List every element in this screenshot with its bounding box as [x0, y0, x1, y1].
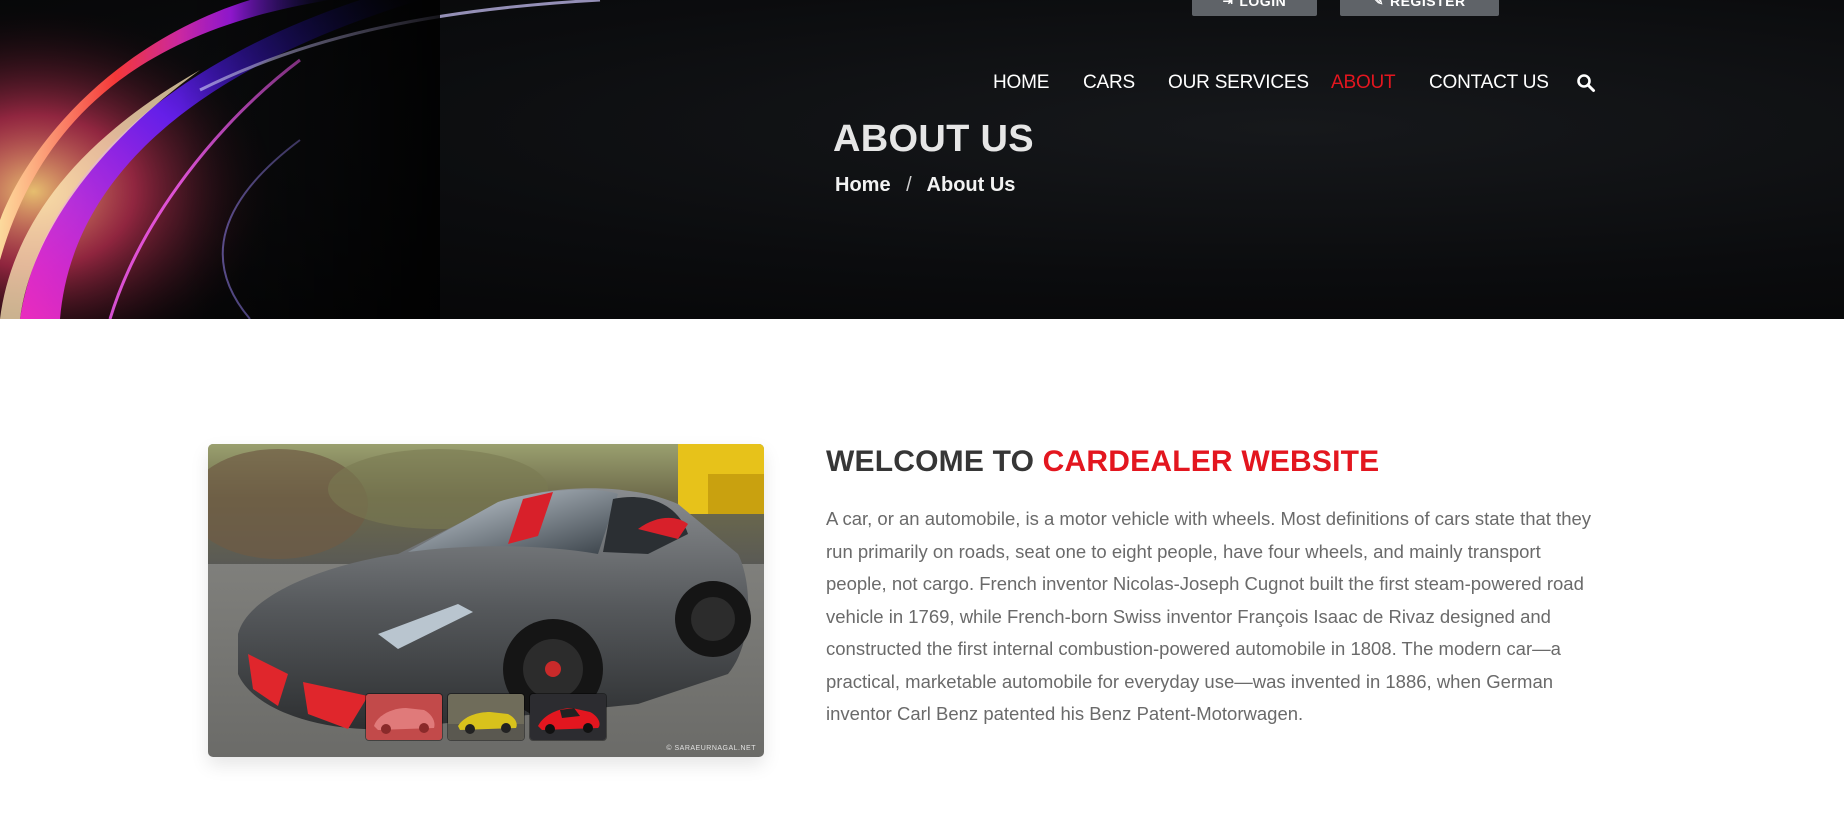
breadcrumb-separator: / [906, 174, 912, 196]
about-car-image: © SARAEURNAGAL.NET [208, 444, 764, 757]
main-nav: HOME CARS OUR SERVICES ABOUT CONTACT US [0, 72, 1844, 96]
image-watermark: © SARAEURNAGAL.NET [666, 745, 756, 752]
breadcrumb-current: About Us [926, 174, 1016, 196]
sign-in-icon: ⇥ [1222, 0, 1234, 8]
register-button[interactable]: ✎ REGISTER [1340, 0, 1499, 16]
page-title: ABOUT US [833, 118, 1034, 160]
nav-item-cars[interactable]: CARS [1083, 72, 1135, 94]
welcome-heading: WELCOME TO CARDEALER WEBSITE [826, 445, 1379, 479]
breadcrumb: Home / About Us [835, 174, 1015, 197]
welcome-heading-highlight: CARDEALER WEBSITE [1042, 445, 1380, 478]
register-button-label: REGISTER [1389, 0, 1466, 9]
red-sports-car-thumbnail[interactable] [530, 694, 606, 740]
nav-item-home[interactable]: HOME [993, 72, 1049, 94]
search-icon[interactable] [1576, 73, 1596, 93]
login-button-label: LOGIN [1239, 0, 1287, 9]
welcome-heading-prefix: WELCOME TO [826, 445, 1035, 478]
breadcrumb-home-link[interactable]: Home [835, 174, 891, 196]
nav-item-about[interactable]: ABOUT [1331, 72, 1396, 94]
nav-item-contact-us[interactable]: CONTACT US [1429, 72, 1549, 94]
edit-icon: ✎ [1373, 0, 1384, 8]
page-hero: ⇥ LOGIN ✎ REGISTER HOME CARS OUR SERVICE… [0, 0, 1844, 319]
about-description: A car, or an automobile, is a motor vehi… [826, 508, 1592, 724]
login-button[interactable]: ⇥ LOGIN [1192, 0, 1317, 16]
yellow-car-thumbnail[interactable] [448, 694, 524, 740]
nav-item-our-services[interactable]: OUR SERVICES [1168, 72, 1309, 94]
image-thumbnails [366, 694, 606, 740]
red-car-thumbnail[interactable] [366, 694, 442, 740]
